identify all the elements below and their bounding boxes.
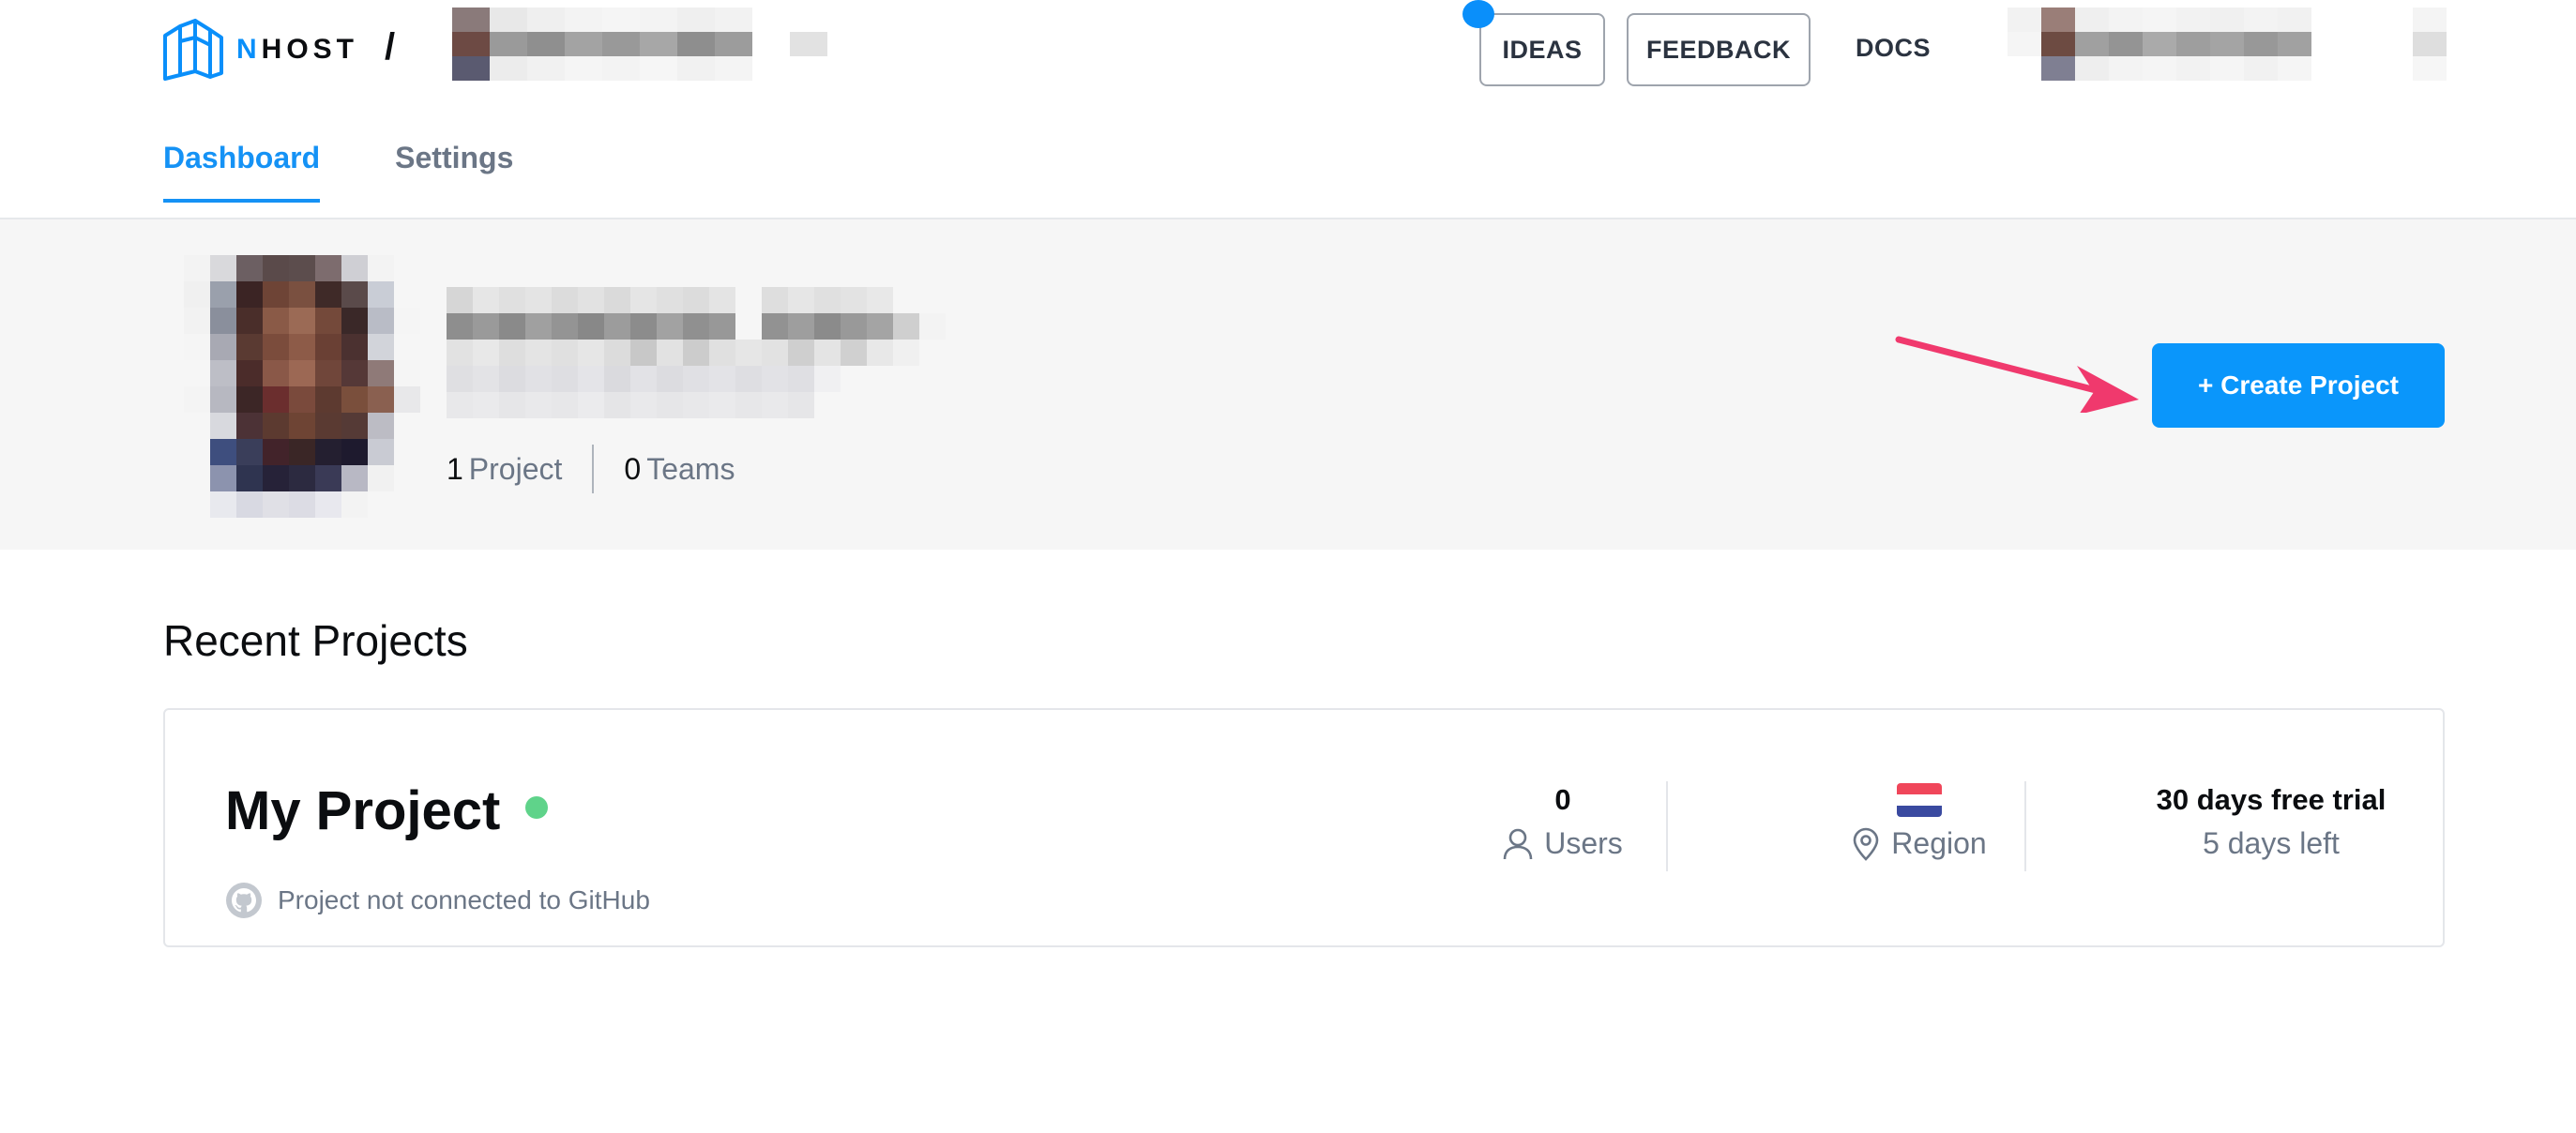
project-name[interactable]: My Project [225,779,500,842]
users-count: 0 [1554,783,1571,816]
tab-settings[interactable]: Settings [395,141,513,202]
user-icon [1503,828,1533,859]
netherlands-flag-icon [1897,783,1942,817]
project-card[interactable]: My Project Project not connected to GitH… [163,708,2445,947]
recent-projects-heading: Recent Projects [163,616,468,665]
profile-name-redacted [447,287,972,418]
tab-dashboard[interactable]: Dashboard [163,141,321,203]
top-header: NHOST / IDEAS FEEDBACK DOCS Dashboard Se… [0,0,2576,219]
docs-link[interactable]: DOCS [1856,34,1931,63]
feedback-button[interactable]: FEEDBACK [1627,13,1811,86]
stats-divider [592,445,595,493]
ideas-button[interactable]: IDEAS [1479,13,1605,86]
users-metric: 0 Users [1422,783,1704,861]
user-menu-redacted[interactable] [2008,8,2447,81]
metric-divider [1666,781,1668,871]
metric-divider [2024,781,2026,871]
users-label: Users [1544,826,1623,860]
github-icon [226,883,262,918]
trial-title: 30 days free trial [2156,783,2387,816]
notification-dot [1462,0,1494,28]
trial-remaining: 5 days left [2203,826,2340,860]
github-status-text: Project not connected to GitHub [278,885,650,914]
profile-summary: 1 Project 0 Teams + Create Project [0,219,2576,550]
teams-label[interactable]: Teams [646,452,735,487]
projects-count: 1 [447,451,463,486]
status-indicator [525,796,548,819]
region-label: Region [1891,826,1987,860]
projects-label[interactable]: Project [469,452,563,487]
workspace-name-redacted[interactable] [452,8,902,81]
main-tabs: Dashboard Settings [163,141,513,203]
logo-wordmark: NHOST [236,34,359,65]
create-project-button[interactable]: + Create Project [2152,343,2445,428]
nhost-logo[interactable]: NHOST [161,17,358,83]
region-metric: Region [1779,783,2060,861]
teams-count: 0 [624,451,642,486]
trial-metric: 30 days free trial 5 days left [2116,783,2426,861]
annotation-arrow [1895,336,2139,413]
nhost-logo-icon [163,19,223,81]
profile-stats: 1 Project 0 Teams [447,445,735,493]
breadcrumb-separator: / [385,26,396,68]
github-status: Project not connected to GitHub [225,882,650,919]
avatar[interactable] [184,255,420,518]
location-pin-icon [1853,827,1879,861]
